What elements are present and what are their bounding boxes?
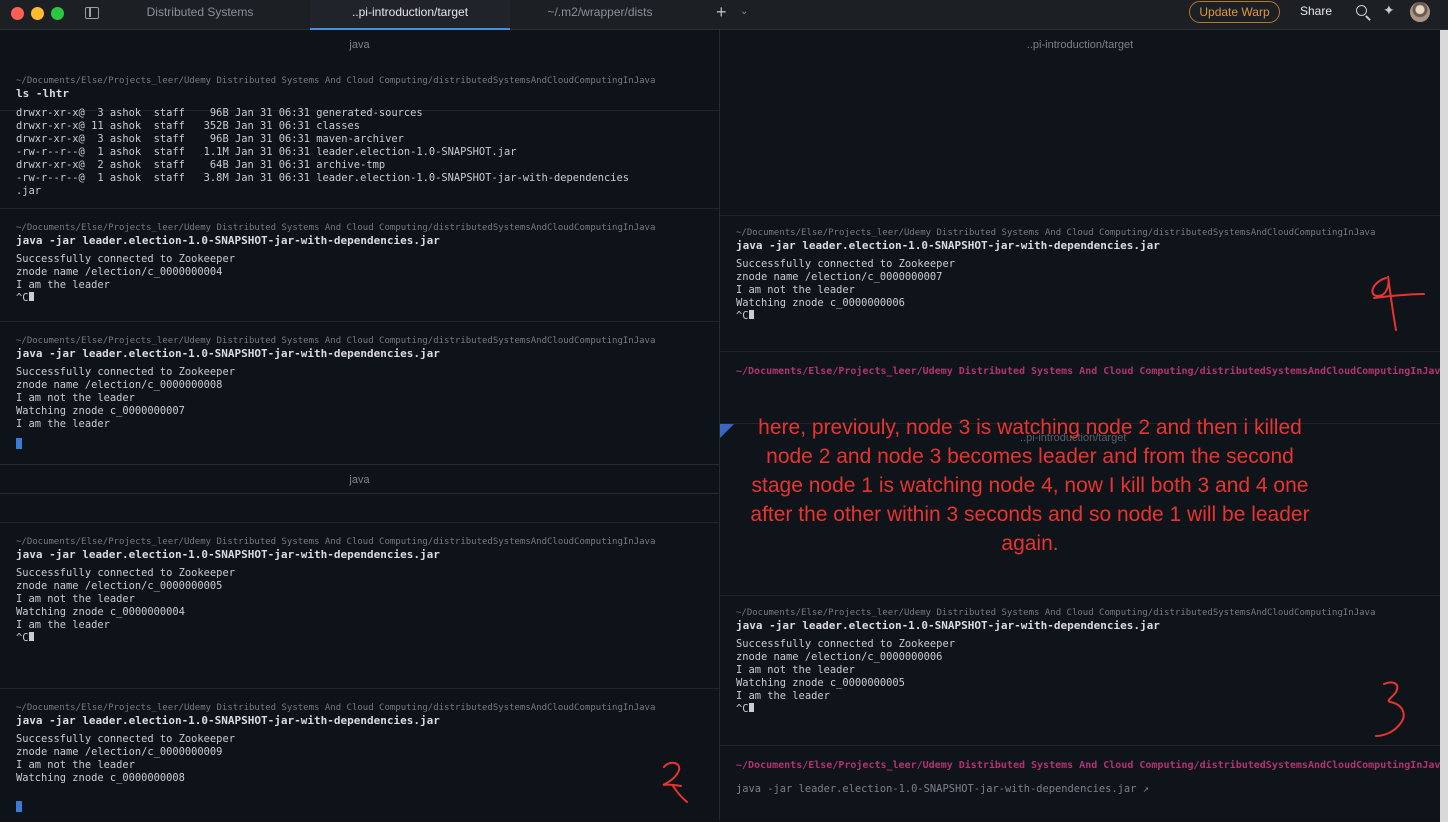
- command-text: java -jar leader.election-1.0-SNAPSHOT-j…: [736, 619, 1160, 632]
- output-line: I am not the leader: [736, 664, 855, 676]
- output-line: -rw-r--r--@ 1 ashok staff 1.1M Jan 31 06…: [16, 146, 517, 158]
- output-text: ^C: [736, 310, 749, 322]
- prompt-path: ~/Documents/Else/Projects_leer/Udemy Dis…: [736, 760, 1440, 771]
- tab-menu-chevron-icon[interactable]: ⌄: [740, 6, 748, 17]
- update-warp-button[interactable]: Update Warp: [1189, 1, 1280, 23]
- command-block[interactable]: ~/Documents/Else/Projects_leer/Udemy Dis…: [0, 688, 719, 820]
- output-line: drwxr-xr-x@ 11 ashok staff 352B Jan 31 0…: [16, 120, 361, 132]
- output-line: Successfully connected to Zookeeper: [736, 638, 955, 650]
- output-line: Successfully connected to Zookeeper: [16, 366, 235, 378]
- command-text: java -jar leader.election-1.0-SNAPSHOT-j…: [16, 234, 440, 247]
- pane-title: java: [349, 39, 370, 51]
- working-directory: ~/Documents/Else/Projects_leer/Udemy Dis…: [16, 336, 656, 346]
- active-pane-indicator: [720, 424, 734, 438]
- command-block[interactable]: ~/Documents/Else/Projects_leer/Udemy Dis…: [720, 595, 1440, 745]
- output-text: ^C: [736, 703, 749, 715]
- cursor: [748, 310, 754, 319]
- cursor: [28, 632, 34, 641]
- output-line: I am the leader: [16, 418, 110, 430]
- new-tab-button[interactable]: +: [716, 2, 727, 23]
- output-line: Watching znode c_0000000004: [16, 606, 185, 618]
- output-line: I am not the leader: [16, 593, 135, 605]
- output-line: Successfully connected to Zookeeper: [736, 258, 955, 270]
- prompt-path: ~/Documents/Else/Projects_leer/Udemy Dis…: [736, 366, 1440, 377]
- avatar[interactable]: [1410, 2, 1430, 22]
- output-line: -rw-r--r--@ 1 ashok staff 3.8M Jan 31 06…: [16, 172, 630, 184]
- command-text: ls -lhtr: [16, 87, 69, 100]
- output-line: znode name /election/c_0000000005: [16, 580, 223, 592]
- working-directory: ~/Documents/Else/Projects_leer/Udemy Dis…: [16, 76, 656, 86]
- output-line: I am the leader: [16, 619, 110, 631]
- working-directory: ~/Documents/Else/Projects_leer/Udemy Dis…: [16, 223, 656, 233]
- handwritten-number-2: [662, 761, 688, 803]
- pane-title: ..pi-introduction/target: [1026, 39, 1134, 51]
- output-line: ^C: [736, 310, 1440, 323]
- output-line: I am the leader: [16, 279, 110, 291]
- command-block[interactable]: ~/Documents/Else/Projects_leer/Udemy Dis…: [0, 522, 719, 688]
- output-line: znode name /election/c_0000000007: [736, 271, 943, 283]
- output-line: Watching znode c_0000000007: [16, 405, 185, 417]
- output-line: drwxr-xr-x@ 3 ashok staff 96B Jan 31 06:…: [16, 133, 404, 145]
- maximize-window-button[interactable]: [51, 7, 64, 20]
- output-line: drwxr-xr-x@ 3 ashok staff 96B Jan 31 06:…: [16, 107, 423, 119]
- text-cursor: [16, 438, 22, 449]
- output-line: Watching znode c_0000000008: [16, 772, 185, 784]
- command-text: java -jar leader.election-1.0-SNAPSHOT-j…: [736, 239, 1160, 252]
- working-directory: ~/Documents/Else/Projects_leer/Udemy Dis…: [736, 608, 1376, 618]
- output-line: Successfully connected to Zookeeper: [16, 733, 235, 745]
- command-block[interactable]: ~/Documents/Else/Projects_leer/Udemy Dis…: [0, 208, 719, 320]
- command-input[interactable]: java -jar leader.election-1.0-SNAPSHOT-j…: [736, 783, 1440, 795]
- minimize-window-button[interactable]: [31, 7, 44, 20]
- tab-m2-wrapper-dists[interactable]: ~/.m2/wrapper/dists: [510, 0, 690, 30]
- command-text: java -jar leader.election-1.0-SNAPSHOT-j…: [16, 347, 440, 360]
- ai-sparkle-icon[interactable]: ✦: [1383, 3, 1395, 19]
- tab-distributed-systems[interactable]: Distributed Systems: [110, 0, 290, 30]
- command-text: java -jar leader.election-1.0-SNAPSHOT-j…: [16, 548, 440, 561]
- output-line: ^C: [736, 703, 1440, 716]
- background-window-edge: [1440, 30, 1448, 822]
- pane-title: java: [0, 464, 719, 494]
- output-line: I am not the leader: [736, 284, 855, 296]
- left-terminal-pane[interactable]: java ~/Documents/Else/Projects_leer/Udem…: [0, 30, 720, 820]
- output-line: Watching znode c_0000000005: [736, 677, 905, 689]
- output-line: Watching znode c_0000000006: [736, 297, 905, 309]
- handwritten-number-3: [1375, 681, 1405, 737]
- text-cursor: [16, 801, 22, 812]
- output-line: .jar: [16, 185, 42, 197]
- output-line: znode name /election/c_0000000004: [16, 266, 223, 278]
- close-window-button[interactable]: [11, 7, 24, 20]
- tab-pi-introduction-target[interactable]: ..pi-introduction/target: [310, 0, 510, 30]
- annotation-note: here, previouly, node 3 is watching node…: [750, 416, 1310, 555]
- cursor: [28, 292, 34, 301]
- output-line: ^C: [16, 632, 719, 645]
- command-output: drwxr-xr-x@ 3 ashok staff 96B Jan 31 06:…: [0, 107, 719, 198]
- output-line: Successfully connected to Zookeeper: [16, 253, 235, 265]
- output-text: ^C: [16, 292, 29, 304]
- title-bar: Distributed Systems ..pi-introduction/ta…: [0, 0, 1448, 30]
- sidebar-toggle-icon[interactable]: [85, 7, 99, 19]
- share-button[interactable]: Share: [1300, 4, 1332, 18]
- working-directory: ~/Documents/Else/Projects_leer/Udemy Dis…: [16, 537, 656, 547]
- command-block[interactable]: ~/Documents/Else/Projects_leer/Udemy Dis…: [0, 321, 719, 463]
- output-line: ^C: [16, 292, 719, 305]
- output-text: ^C: [16, 632, 29, 644]
- output-line: znode name /election/c_0000000009: [16, 746, 223, 758]
- working-directory: ~/Documents/Else/Projects_leer/Udemy Dis…: [736, 228, 1376, 238]
- output-line: I am not the leader: [16, 392, 135, 404]
- output-line: I am the leader: [736, 690, 830, 702]
- working-directory: ~/Documents/Else/Projects_leer/Udemy Dis…: [16, 703, 656, 713]
- cursor: [748, 703, 754, 712]
- prompt-block[interactable]: ~/Documents/Else/Projects_leer/Udemy Dis…: [720, 745, 1440, 820]
- output-line: znode name /election/c_0000000006: [736, 651, 943, 663]
- output-line: znode name /election/c_0000000008: [16, 379, 223, 391]
- output-line: drwxr-xr-x@ 2 ashok staff 64B Jan 31 06:…: [16, 159, 386, 171]
- search-icon[interactable]: [1356, 5, 1367, 16]
- handwritten-number-4: [1371, 275, 1425, 331]
- output-line: Successfully connected to Zookeeper: [16, 567, 235, 579]
- output-line: I am not the leader: [16, 759, 135, 771]
- command-text: java -jar leader.election-1.0-SNAPSHOT-j…: [16, 714, 440, 727]
- command-block[interactable]: ~/Documents/Else/Projects_leer/Udemy Dis…: [720, 215, 1440, 351]
